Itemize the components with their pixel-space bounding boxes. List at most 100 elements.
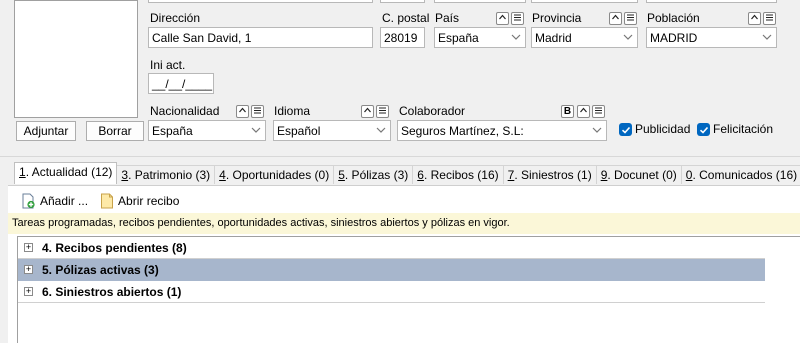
tab-label: . Siniestros (1) [514, 168, 592, 182]
publicidad-checkbox[interactable] [619, 123, 632, 136]
colaborador-list-button[interactable] [592, 105, 605, 118]
idioma-label: Idioma [274, 104, 311, 118]
tab-strip: 1. Actualidad (12) 3. Patrimonio (3) 4. … [14, 162, 800, 184]
list-icon [627, 14, 634, 21]
tab-label: . Actualidad (12) [25, 165, 113, 179]
tab-polizas[interactable]: 5. Pólizas (3) [333, 165, 414, 184]
add-document-icon [22, 193, 35, 209]
caret-up-icon [751, 14, 758, 20]
publicidad-label: Publicidad [635, 122, 691, 136]
nacionalidad-list-button[interactable] [251, 105, 264, 118]
expand-plus-icon[interactable]: + [24, 287, 33, 296]
list-icon [766, 14, 773, 21]
expand-plus-icon[interactable]: + [24, 243, 33, 252]
pais-label: País [435, 11, 460, 25]
poblacion-list-button[interactable] [763, 12, 776, 25]
tab-actualidad[interactable]: 1. Actualidad (12) [14, 162, 118, 184]
caret-up-icon [499, 14, 506, 20]
tab-recibos[interactable]: 6. Recibos (16) [412, 165, 504, 184]
tree-node-recibos[interactable]: + 4. Recibos pendientes (8) [18, 237, 765, 259]
tab-comunicados[interactable]: 0. Comunicados (16) [680, 165, 800, 184]
nacionalidad-select[interactable]: España [148, 120, 266, 141]
upper-field-stub [380, 0, 425, 3]
photo-box [14, 0, 138, 118]
caret-up-icon [364, 107, 371, 113]
tree-node-label: 4. Recibos pendientes (8) [42, 241, 187, 255]
chevron-down-icon [592, 127, 602, 133]
felicitacion-checkbox[interactable] [697, 123, 710, 136]
tab-docunet[interactable]: 9. Docunet (0) [595, 165, 682, 184]
pais-value: España [438, 31, 479, 45]
pais-list-button[interactable] [511, 12, 524, 25]
idioma-value: Español [277, 124, 321, 138]
adjuntar-button[interactable]: Adjuntar [16, 121, 76, 141]
tree-node-siniestros[interactable]: + 6. Siniestros abiertos (1) [18, 281, 765, 303]
list-icon [595, 107, 602, 114]
provincia-value: Madrid [535, 31, 572, 45]
colaborador-select[interactable]: Seguros Martínez, S.L: [397, 120, 607, 141]
tab-label: . Pólizas (3) [344, 168, 409, 182]
tab-label: . Recibos (16) [423, 168, 499, 182]
tree-node-polizas[interactable]: + 5. Pólizas activas (3) [18, 259, 765, 281]
caret-up-icon [612, 14, 619, 20]
tab-patrimonio[interactable]: 3. Patrimonio (3) [116, 165, 216, 184]
pais-select[interactable]: España [434, 27, 526, 48]
tab-key: 4 [219, 168, 226, 182]
idioma-list-button[interactable] [376, 105, 389, 118]
provincia-up-button[interactable] [609, 12, 622, 25]
chevron-down-icon [623, 34, 633, 40]
chevron-down-icon [511, 34, 521, 40]
ini-act-date-field[interactable]: __/__/____ [148, 73, 214, 94]
add-label: Añadir ... [40, 194, 89, 208]
expand-plus-icon[interactable]: + [24, 265, 33, 274]
tab-label: . Comunicados (16) [692, 168, 798, 182]
poblacion-up-button[interactable] [748, 12, 761, 25]
provincia-list-button[interactable] [624, 12, 637, 25]
nacionalidad-value: España [152, 124, 193, 138]
tab-siniestros[interactable]: 7. Siniestros (1) [502, 165, 597, 184]
provincia-label: Provincia [532, 11, 582, 25]
open-receipt-label: Abrir recibo [118, 194, 180, 208]
tree-node-label: 5. Pólizas activas (3) [42, 263, 159, 277]
idioma-select[interactable]: Español [273, 120, 391, 141]
poblacion-select[interactable]: MADRID [646, 27, 777, 48]
tab-label: . Oportunidades (0) [225, 168, 330, 182]
upper-field-stub [531, 0, 638, 3]
borrar-button[interactable]: Borrar [86, 121, 144, 141]
cpostal-label: C. postal [382, 11, 430, 25]
nacionalidad-up-button[interactable] [236, 105, 249, 118]
add-button[interactable]: Añadir ... [20, 193, 88, 209]
upper-field-stub [434, 0, 526, 3]
colaborador-b-button[interactable]: B [561, 105, 574, 118]
tab-key: 1 [19, 165, 26, 179]
tab-oportunidades[interactable]: 4. Oportunidades (0) [214, 165, 335, 184]
info-bar: Tareas programadas, recibos pendientes, … [8, 213, 800, 234]
provincia-select[interactable]: Madrid [531, 27, 638, 48]
nacionalidad-label: Nacionalidad [150, 104, 220, 118]
list-icon [514, 14, 521, 21]
tab-key: 6 [417, 168, 424, 182]
poblacion-value: MADRID [650, 31, 698, 45]
direccion-field[interactable]: Calle San David, 1 [148, 27, 373, 48]
caret-up-icon [239, 107, 246, 113]
list-icon [254, 107, 261, 114]
idioma-up-button[interactable] [361, 105, 374, 118]
tab-label: . Patrimonio (3) [128, 168, 211, 182]
direccion-label: Dirección [150, 11, 201, 25]
toolbar: Añadir ... Abrir recibo [8, 190, 191, 212]
caret-up-icon [580, 107, 587, 113]
row-divider [18, 302, 765, 303]
header-divider [0, 156, 800, 157]
cpostal-field[interactable]: 28019 [380, 27, 425, 48]
tab-label: . Docunet (0) [607, 168, 677, 182]
summary-tree: + 4. Recibos pendientes (8) + 5. Pólizas… [17, 236, 800, 343]
upper-field-stub [148, 0, 373, 3]
receipt-icon [101, 193, 114, 209]
pais-up-button[interactable] [496, 12, 509, 25]
checkmark-icon [699, 126, 708, 134]
open-receipt-button[interactable]: Abrir recibo [100, 193, 179, 209]
tree-node-label: 6. Siniestros abiertos (1) [42, 285, 182, 299]
list-icon [379, 107, 386, 114]
colaborador-up-button[interactable] [577, 105, 590, 118]
chevron-down-icon [762, 34, 772, 40]
